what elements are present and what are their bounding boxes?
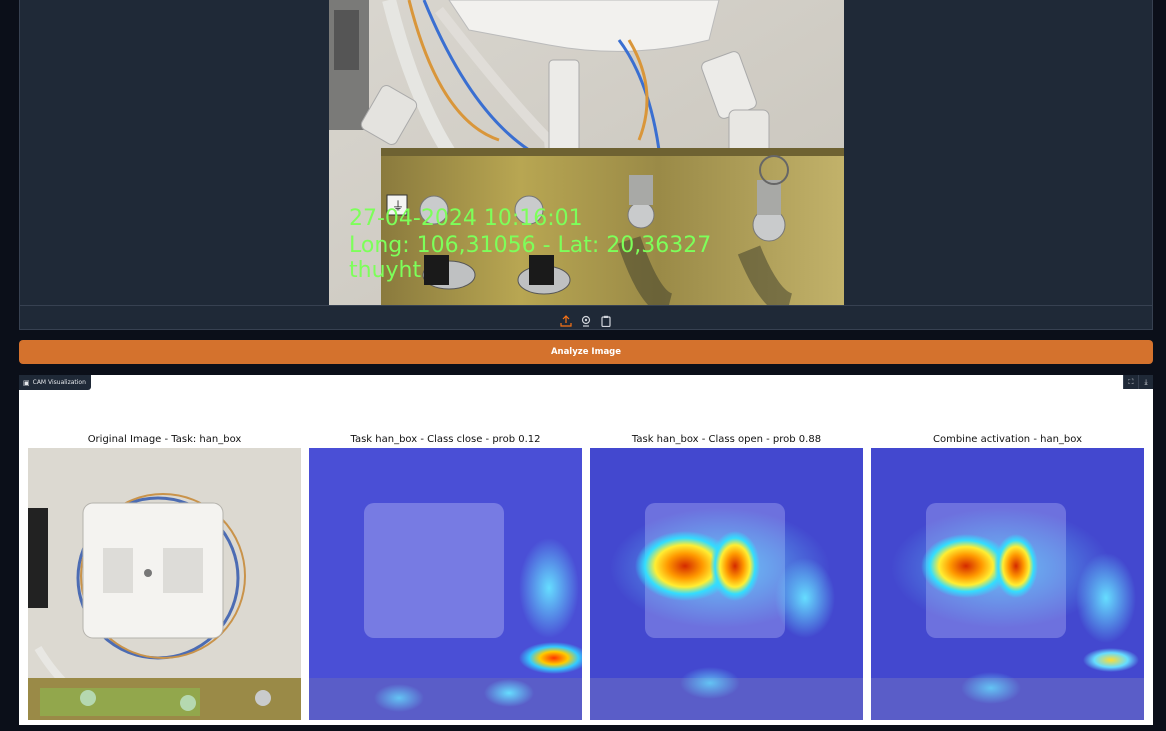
photo-user: thuyht [349,258,421,283]
upload-icon[interactable] [560,312,572,327]
photo-timestamp: 27-04-2024 10:16:01 [349,206,583,231]
cam-label-text: CAM Visualization [32,379,86,386]
panel-title-original: Original Image - Task: han_box [87,434,242,445]
panel-title-combine: Combine activation - han_box [932,434,1082,445]
panel-title-close: Task han_box - Class close - prob 0.12 [350,434,541,445]
uploaded-photo[interactable]: ⏚ 27-04-2024 10:16:01 Long: 106,31056 - … [329,0,844,305]
photo-drawing: ⏚ 27-04-2024 10:16:01 Long: 106,31056 - … [329,0,844,305]
page-bottom-edge [0,725,1166,731]
cam-actions: ⛶ ⤓ [1123,375,1153,389]
upload-toolbar [20,305,1152,330]
panel-title-open: Task han_box - Class open - prob 0.88 [631,434,822,445]
fullscreen-icon[interactable]: ⛶ [1123,375,1138,389]
cam-combine-image [871,448,1144,720]
image-icon: ▣ [23,378,30,387]
analyze-image-button[interactable]: Analyze Image [19,340,1153,364]
image-input-panel: ⏚ 27-04-2024 10:16:01 Long: 106,31056 - … [19,0,1153,330]
cam-visualization-panel: ▣ CAM Visualization ⛶ ⤓ Original Image -… [19,375,1153,725]
cam-close-image [309,448,582,720]
cam-open-image [590,448,863,720]
webcam-icon[interactable] [580,312,592,327]
cam-label-tag: ▣ CAM Visualization [19,375,91,390]
clipboard-icon[interactable] [600,312,612,328]
original-image [28,448,301,720]
download-icon[interactable]: ⤓ [1138,375,1153,389]
photo-coords: Long: 106,31056 - Lat: 20,36327 [349,233,711,258]
